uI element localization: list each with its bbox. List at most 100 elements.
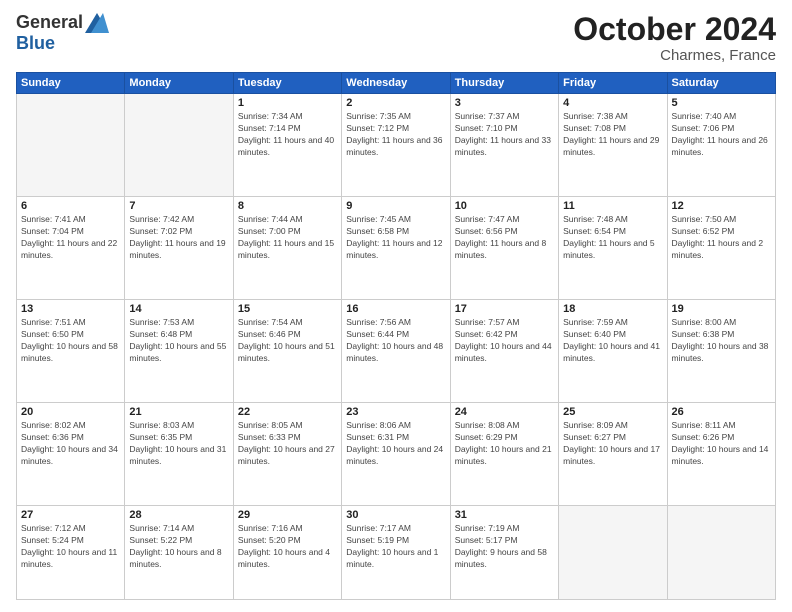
day-number: 27 xyxy=(21,509,120,521)
day-info: Sunrise: 7:54 AMSunset: 6:46 PMDaylight:… xyxy=(238,317,337,365)
calendar-cell xyxy=(559,506,667,600)
calendar-cell: 23Sunrise: 8:06 AMSunset: 6:31 PMDayligh… xyxy=(342,403,450,506)
day-number: 9 xyxy=(346,200,445,212)
calendar-cell: 4 Sunrise: 7:38 AMSunset: 7:08 PMDaylight… xyxy=(559,94,667,197)
title-block: October 2024 Charmes, France xyxy=(573,12,776,64)
day-info: Sunrise: 7:16 AMSunset: 5:20 PMDaylight:… xyxy=(238,523,337,571)
calendar-cell: 26Sunrise: 8:11 AMSunset: 6:26 PMDayligh… xyxy=(667,403,775,506)
day-number: 20 xyxy=(21,406,120,418)
day-info: Sunrise: 7:50 AMSunset: 6:52 PMDaylight:… xyxy=(672,214,771,262)
day-number: 8 xyxy=(238,200,337,212)
day-info: Sunrise: 7:34 AMSunset: 7:14 PMDaylight:… xyxy=(238,111,337,159)
day-number: 5 xyxy=(672,97,771,109)
day-number: 12 xyxy=(672,200,771,212)
day-info: Sunrise: 7:57 AMSunset: 6:42 PMDaylight:… xyxy=(455,317,554,365)
day-number: 2 xyxy=(346,97,445,109)
calendar-cell: 25 Sunrise: 8:09 AMSunset: 6:27 PMDayligh… xyxy=(559,403,667,506)
calendar-cell: 6Sunrise: 7:41 AMSunset: 7:04 PMDaylight… xyxy=(17,197,125,300)
calendar-cell: 29 Sunrise: 7:16 AMSunset: 5:20 PMDayligh… xyxy=(233,506,341,600)
calendar-cell: 18Sunrise: 7:59 AMSunset: 6:40 PMDayligh… xyxy=(559,300,667,403)
day-info: Sunrise: 8:11 AMSunset: 6:26 PMDaylight:… xyxy=(672,420,771,468)
day-info: Sunrise: 7:44 AMSunset: 7:00 PMDaylight:… xyxy=(238,214,337,262)
day-info: Sunrise: 7:19 AMSunset: 5:17 PMDaylight:… xyxy=(455,523,554,571)
day-number: 15 xyxy=(238,303,337,315)
calendar-week-row: 27 Sunrise: 7:12 AMSunset: 5:24 PMDayligh… xyxy=(17,506,776,600)
day-info: Sunrise: 7:47 AMSunset: 6:56 PMDaylight:… xyxy=(455,214,554,262)
day-number: 13 xyxy=(21,303,120,315)
calendar-header-thursday: Thursday xyxy=(450,73,558,94)
day-info: Sunrise: 8:03 AMSunset: 6:35 PMDaylight:… xyxy=(129,420,228,468)
logo-icon xyxy=(85,13,109,33)
calendar-cell: 8 Sunrise: 7:44 AMSunset: 7:00 PMDaylight… xyxy=(233,197,341,300)
day-number: 6 xyxy=(21,200,120,212)
logo: General Blue xyxy=(16,12,109,54)
day-info: Sunrise: 8:09 AMSunset: 6:27 PMDaylight:… xyxy=(563,420,662,468)
day-number: 30 xyxy=(346,509,445,521)
day-info: Sunrise: 7:42 AMSunset: 7:02 PMDaylight:… xyxy=(129,214,228,262)
calendar-cell: 3 Sunrise: 7:37 AMSunset: 7:10 PMDaylight… xyxy=(450,94,558,197)
calendar-cell: 13 Sunrise: 7:51 AMSunset: 6:50 PMDayligh… xyxy=(17,300,125,403)
day-number: 29 xyxy=(238,509,337,521)
calendar-cell: 16 Sunrise: 7:56 AMSunset: 6:44 PMDayligh… xyxy=(342,300,450,403)
day-number: 25 xyxy=(563,406,662,418)
day-info: Sunrise: 8:02 AMSunset: 6:36 PMDaylight:… xyxy=(21,420,120,468)
calendar-week-row: 20 Sunrise: 8:02 AMSunset: 6:36 PMDayligh… xyxy=(17,403,776,506)
day-number: 1 xyxy=(238,97,337,109)
calendar-cell xyxy=(17,94,125,197)
calendar-week-row: 1 Sunrise: 7:34 AMSunset: 7:14 PMDaylight… xyxy=(17,94,776,197)
day-number: 16 xyxy=(346,303,445,315)
day-info: Sunrise: 7:45 AMSunset: 6:58 PMDaylight:… xyxy=(346,214,445,262)
day-info: Sunrise: 7:53 AMSunset: 6:48 PMDaylight:… xyxy=(129,317,228,365)
day-info: Sunrise: 7:17 AMSunset: 5:19 PMDaylight:… xyxy=(346,523,445,571)
calendar-cell: 14 Sunrise: 7:53 AMSunset: 6:48 PMDayligh… xyxy=(125,300,233,403)
day-info: Sunrise: 7:48 AMSunset: 6:54 PMDaylight:… xyxy=(563,214,662,262)
calendar-cell: 27 Sunrise: 7:12 AMSunset: 5:24 PMDayligh… xyxy=(17,506,125,600)
day-number: 23 xyxy=(346,406,445,418)
day-info: Sunrise: 8:05 AMSunset: 6:33 PMDaylight:… xyxy=(238,420,337,468)
day-number: 14 xyxy=(129,303,228,315)
calendar-cell: 19 Sunrise: 8:00 AMSunset: 6:38 PMDayligh… xyxy=(667,300,775,403)
calendar-table: SundayMondayTuesdayWednesdayThursdayFrid… xyxy=(16,72,776,600)
day-number: 7 xyxy=(129,200,228,212)
calendar-cell xyxy=(125,94,233,197)
calendar-cell: 9 Sunrise: 7:45 AMSunset: 6:58 PMDaylight… xyxy=(342,197,450,300)
calendar-cell: 12 Sunrise: 7:50 AMSunset: 6:52 PMDayligh… xyxy=(667,197,775,300)
day-info: Sunrise: 7:40 AMSunset: 7:06 PMDaylight:… xyxy=(672,111,771,159)
calendar-cell: 17Sunrise: 7:57 AMSunset: 6:42 PMDayligh… xyxy=(450,300,558,403)
day-info: Sunrise: 7:38 AMSunset: 7:08 PMDaylight:… xyxy=(563,111,662,159)
day-number: 10 xyxy=(455,200,554,212)
day-info: Sunrise: 7:14 AMSunset: 5:22 PMDaylight:… xyxy=(129,523,228,571)
calendar-header-tuesday: Tuesday xyxy=(233,73,341,94)
day-number: 11 xyxy=(563,200,662,212)
day-number: 4 xyxy=(563,97,662,109)
calendar-cell: 21 Sunrise: 8:03 AMSunset: 6:35 PMDayligh… xyxy=(125,403,233,506)
day-number: 18 xyxy=(563,303,662,315)
day-number: 24 xyxy=(455,406,554,418)
calendar-header-wednesday: Wednesday xyxy=(342,73,450,94)
calendar-cell: 10 Sunrise: 7:47 AMSunset: 6:56 PMDayligh… xyxy=(450,197,558,300)
month-title: October 2024 xyxy=(573,12,776,47)
day-number: 19 xyxy=(672,303,771,315)
day-number: 21 xyxy=(129,406,228,418)
day-info: Sunrise: 7:37 AMSunset: 7:10 PMDaylight:… xyxy=(455,111,554,159)
calendar-cell: 24Sunrise: 8:08 AMSunset: 6:29 PMDayligh… xyxy=(450,403,558,506)
header: General Blue October 2024 Charmes, Franc… xyxy=(16,12,776,64)
calendar-cell: 5 Sunrise: 7:40 AMSunset: 7:06 PMDaylight… xyxy=(667,94,775,197)
day-info: Sunrise: 8:00 AMSunset: 6:38 PMDaylight:… xyxy=(672,317,771,365)
logo-blue-text: Blue xyxy=(16,33,109,54)
calendar-header-friday: Friday xyxy=(559,73,667,94)
calendar-header-saturday: Saturday xyxy=(667,73,775,94)
logo-general-text: General xyxy=(16,12,83,33)
calendar-header-sunday: Sunday xyxy=(17,73,125,94)
calendar-cell: 31Sunrise: 7:19 AMSunset: 5:17 PMDayligh… xyxy=(450,506,558,600)
calendar-header-monday: Monday xyxy=(125,73,233,94)
calendar-cell: 30 Sunrise: 7:17 AMSunset: 5:19 PMDayligh… xyxy=(342,506,450,600)
day-info: Sunrise: 7:51 AMSunset: 6:50 PMDaylight:… xyxy=(21,317,120,365)
calendar-week-row: 6Sunrise: 7:41 AMSunset: 7:04 PMDaylight… xyxy=(17,197,776,300)
day-info: Sunrise: 7:12 AMSunset: 5:24 PMDaylight:… xyxy=(21,523,120,571)
day-number: 3 xyxy=(455,97,554,109)
location: Charmes, France xyxy=(573,47,776,64)
day-info: Sunrise: 7:56 AMSunset: 6:44 PMDaylight:… xyxy=(346,317,445,365)
calendar-cell xyxy=(667,506,775,600)
calendar-cell: 7 Sunrise: 7:42 AMSunset: 7:02 PMDaylight… xyxy=(125,197,233,300)
